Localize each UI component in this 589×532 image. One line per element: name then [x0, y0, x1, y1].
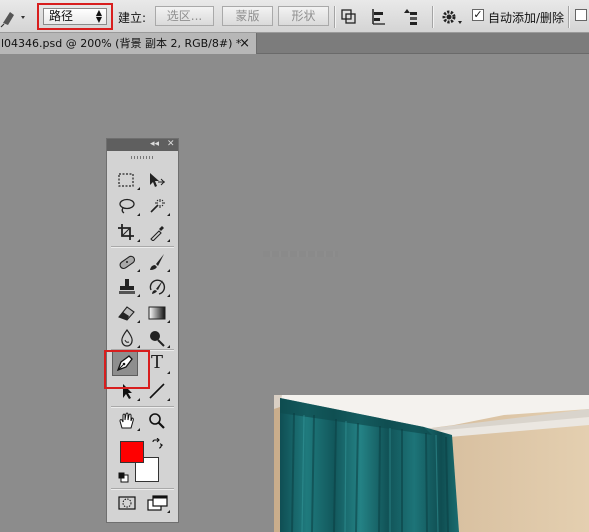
- brush-icon: [150, 254, 164, 270]
- bandage-icon: [119, 255, 136, 270]
- lasso-icon: [119, 198, 135, 214]
- collapse-icon[interactable]: ◂◂: [150, 139, 159, 150]
- faint-canvas-marks: [263, 251, 338, 257]
- gradient-icon: [148, 306, 166, 320]
- quick-mask-button[interactable]: [114, 491, 140, 515]
- lasso-tool[interactable]: [114, 194, 140, 218]
- divider: [334, 6, 336, 28]
- pen-tool-highlight: [104, 350, 150, 389]
- divider: [111, 488, 174, 490]
- history-brush-tool[interactable]: [144, 275, 170, 299]
- divider: [111, 406, 174, 408]
- auto-add-delete-checkbox[interactable]: ✓: [472, 9, 484, 21]
- mask-button[interactable]: 蒙版: [222, 6, 273, 26]
- panel-grip[interactable]: [131, 156, 153, 159]
- tools-panel-titlebar[interactable]: ◂◂ ✕: [107, 139, 178, 151]
- selection-button[interactable]: 选区...: [155, 6, 214, 26]
- screen-mode-button[interactable]: [144, 491, 170, 515]
- close-icon[interactable]: ✕: [167, 139, 175, 150]
- marquee-tool[interactable]: [114, 168, 140, 192]
- auto-add-delete-label: 自动添加/删除: [488, 11, 565, 25]
- eyedropper-icon: [150, 226, 164, 241]
- screen-mode-icon: [147, 495, 168, 511]
- quick-mask-icon: [118, 496, 136, 510]
- clone-stamp-tool[interactable]: [114, 275, 140, 299]
- crop-tool[interactable]: [114, 220, 140, 244]
- history-brush-icon: [149, 279, 166, 295]
- line-icon: [149, 383, 165, 399]
- eraser-icon: [118, 306, 135, 321]
- chevron-down-icon: [21, 16, 25, 19]
- rect-marquee-icon: [118, 173, 134, 187]
- divider: [111, 246, 174, 248]
- magic-wand-icon: [150, 199, 165, 213]
- hand-tool[interactable]: [114, 409, 140, 433]
- document-tab-bar: l04346.psd @ 200% (背景 副本 2, RGB/8#) * ×: [0, 33, 589, 54]
- type-icon: T: [151, 352, 164, 373]
- hand-icon: [119, 412, 134, 429]
- gear-icon[interactable]: [441, 8, 465, 26]
- move-tool[interactable]: [144, 168, 170, 192]
- quick-selection-tool[interactable]: [144, 194, 170, 218]
- blur-drop-icon: [121, 329, 133, 347]
- select-arrows-icon: ▲ ▼: [95, 8, 102, 24]
- mode-select-highlight: 路径 ▲ ▼: [37, 3, 113, 30]
- path-arrangement-icon[interactable]: [400, 8, 418, 26]
- dodge-tool[interactable]: [144, 326, 170, 350]
- eyedropper-tool[interactable]: [144, 220, 170, 244]
- tool-mode-value: 路径: [49, 9, 74, 23]
- eraser-tool[interactable]: [114, 301, 140, 325]
- align-edges-checkbox[interactable]: [575, 9, 587, 21]
- blur-tool[interactable]: [114, 326, 140, 350]
- divider: [568, 6, 570, 28]
- shape-button[interactable]: 形状: [278, 6, 329, 26]
- build-label: 建立:: [118, 11, 147, 25]
- stamp-icon: [119, 279, 135, 294]
- move-icon: [150, 173, 165, 187]
- gradient-tool[interactable]: [144, 301, 170, 325]
- brush-tool[interactable]: [144, 250, 170, 274]
- document-tab[interactable]: l04346.psd @ 200% (背景 副本 2, RGB/8#) * ×: [0, 33, 257, 54]
- tool-mode-select[interactable]: 路径 ▲ ▼: [43, 8, 107, 25]
- healing-brush-tool[interactable]: [114, 250, 140, 274]
- tools-panel: ◂◂ ✕ T: [106, 138, 179, 523]
- zoom-tool[interactable]: [144, 409, 170, 433]
- path-alignment-icon[interactable]: [370, 8, 388, 26]
- document-image: [274, 395, 589, 532]
- close-icon[interactable]: ×: [239, 33, 250, 54]
- magnifier-icon: [149, 413, 165, 429]
- default-colors-icon[interactable]: [118, 472, 129, 483]
- document-tab-title: l04346.psd @ 200% (背景 副本 2, RGB/8#) *: [1, 37, 242, 50]
- crop-icon: [118, 224, 134, 240]
- divider: [432, 6, 434, 28]
- path-operations-icon[interactable]: [340, 8, 358, 26]
- tool-preset-picker[interactable]: [0, 6, 32, 28]
- swap-colors-icon[interactable]: [151, 437, 163, 450]
- options-bar: 路径 ▲ ▼ 建立: 选区... 蒙版 形状 ✓ 自动添加/删除: [0, 0, 589, 33]
- foreground-color-swatch[interactable]: [120, 441, 144, 463]
- dodge-icon: [150, 331, 165, 347]
